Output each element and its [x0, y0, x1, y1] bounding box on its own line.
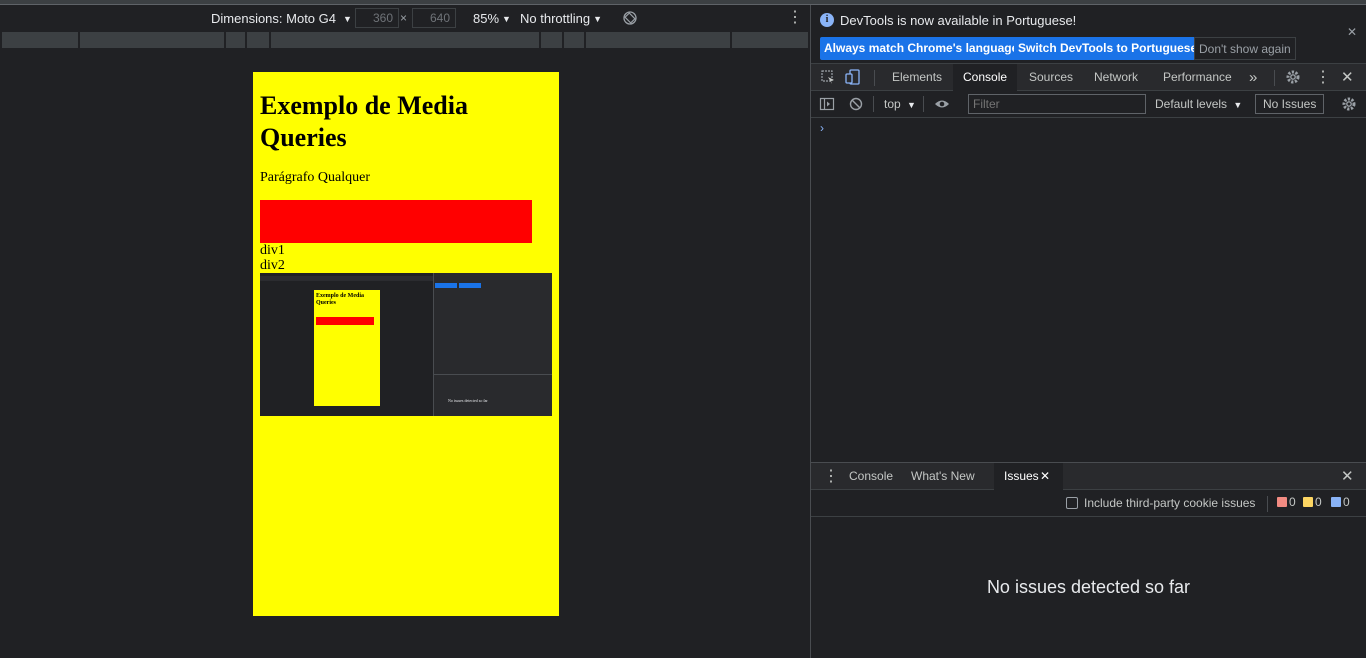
more-options-icon[interactable]: ⋮: [787, 10, 803, 28]
sidebar-toggle-icon[interactable]: [819, 96, 835, 112]
mini-devtools: [433, 273, 552, 416]
mini-device: Exemplo de Media Queries: [314, 290, 380, 406]
gear-icon[interactable]: [1285, 69, 1301, 85]
ruler-segment[interactable]: [541, 32, 562, 48]
mini-divider: [433, 374, 552, 375]
device-select-label: Dimensions: Moto G4: [211, 11, 336, 26]
tab-performance[interactable]: Performance: [1153, 64, 1242, 91]
ruler-segment[interactable]: [586, 32, 730, 48]
error-icon: [1277, 497, 1287, 507]
ruler-segment[interactable]: [226, 32, 245, 48]
warning-count-value: 0: [1315, 495, 1322, 509]
devtools-pane: i DevTools is now available in Portugues…: [811, 5, 1366, 658]
device-mode-pane: Dimensions: Moto G4 ▼ × 85% ▼ No throttl…: [0, 5, 811, 658]
ruler-segment[interactable]: [2, 32, 78, 48]
close-drawer-icon[interactable]: ✕: [1335, 463, 1360, 490]
page-heading: Exemplo de Media Queries: [260, 91, 468, 152]
warning-count[interactable]: 0: [1303, 495, 1322, 509]
drawer-tab-issues-label: Issues: [1004, 469, 1039, 483]
throttling-select[interactable]: No throttling ▼: [520, 11, 602, 26]
chevron-down-icon: ▼: [502, 13, 511, 24]
chevron-down-icon: ▼: [1233, 100, 1243, 110]
page-paragraph: Parágrafo Qualquer: [260, 170, 371, 185]
ruler-segment[interactable]: [80, 32, 224, 48]
drawer-tab-whats-new[interactable]: What's New: [901, 463, 985, 490]
toolbar-separator: [873, 96, 874, 112]
mini-issues-text: No issues detected so far: [448, 398, 488, 403]
error-count-value: 0: [1289, 495, 1296, 509]
language-infobar: i DevTools is now available in Portugues…: [811, 5, 1366, 63]
mini-heading: Exemplo de Media Queries: [316, 293, 364, 306]
log-levels-select[interactable]: Default levels ▼: [1155, 97, 1242, 111]
console-toolbar: top ▼ Default levels ▼ No Issues: [811, 91, 1366, 118]
infobar-message: DevTools is now available in Portuguese!: [840, 13, 1077, 28]
zoom-label: 85%: [473, 11, 500, 26]
warning-icon: [1303, 497, 1313, 507]
tab-console[interactable]: Console: [953, 64, 1018, 91]
drawer-tabbar: ⋮ Console What's New Issues ✕ ✕: [811, 462, 1366, 490]
throttling-label: No throttling: [520, 11, 591, 26]
third-party-checkbox[interactable]: [1066, 497, 1078, 509]
info-count-value: 0: [1343, 495, 1350, 509]
console-prompt-icon[interactable]: ›: [820, 121, 824, 135]
device-toolbar-icon[interactable]: [845, 69, 861, 85]
height-input[interactable]: [412, 8, 456, 28]
width-input[interactable]: [355, 8, 399, 28]
div1-text: div1: [260, 243, 285, 258]
times-sign: ×: [400, 11, 408, 25]
info-icon: i: [820, 13, 834, 27]
toolbar-separator: [874, 70, 875, 86]
chevron-down-icon: ▼: [593, 13, 603, 24]
more-tabs-icon[interactable]: »: [1239, 64, 1267, 91]
zoom-select[interactable]: 85% ▼: [473, 11, 511, 26]
ruler-segment[interactable]: [271, 32, 539, 48]
third-party-label: Include third-party cookie issues: [1084, 496, 1256, 510]
close-icon[interactable]: ✕: [1347, 25, 1357, 39]
screenshot-image: Exemplo de Media Queries No issues detec…: [260, 273, 552, 416]
toolbar-separator: [1267, 496, 1268, 512]
chevron-down-icon: ▼: [907, 100, 916, 110]
switch-language-button[interactable]: Switch DevTools to Portuguese: [1014, 37, 1202, 60]
tab-network[interactable]: Network: [1084, 64, 1148, 91]
log-levels-label: Default levels: [1155, 97, 1228, 111]
issues-toolbar: Include third-party cookie issues 0 0 0: [811, 490, 1366, 517]
inspect-element-icon[interactable]: [820, 69, 836, 85]
context-label: top: [884, 97, 901, 111]
chevron-down-icon: ▼: [343, 13, 352, 24]
dont-show-again-button[interactable]: Don't show again: [1194, 37, 1296, 60]
match-language-button[interactable]: Always match Chrome's language: [820, 37, 1023, 60]
context-select[interactable]: top ▼: [884, 97, 916, 111]
media-query-ruler: [0, 32, 811, 50]
toolbar-separator: [1274, 70, 1275, 86]
main-tabbar: Elements Console Sources Network Perform…: [811, 63, 1366, 91]
close-devtools-icon[interactable]: ✕: [1335, 64, 1360, 91]
more-options-icon[interactable]: ⋮: [1309, 64, 1337, 91]
close-tab-icon[interactable]: ✕: [1036, 463, 1054, 490]
device-select[interactable]: Dimensions: Moto G4 ▼: [211, 11, 352, 26]
mini-button: [459, 283, 481, 288]
info-count[interactable]: 0: [1331, 495, 1350, 509]
issues-button[interactable]: No Issues: [1255, 94, 1325, 114]
device-toolbar: Dimensions: Moto G4 ▼ × 85% ▼ No throttl…: [0, 5, 811, 32]
drawer-tab-console[interactable]: Console: [839, 463, 903, 490]
filter-input[interactable]: [968, 94, 1146, 114]
ruler-segment[interactable]: [564, 32, 584, 48]
ruler-segment[interactable]: [732, 32, 808, 48]
gear-icon[interactable]: [1341, 96, 1357, 112]
tab-elements[interactable]: Elements: [882, 64, 952, 91]
emulated-page: Exemplo de Media Queries Parágrafo Qualq…: [253, 72, 559, 616]
red-box: [260, 200, 532, 243]
issues-empty-message: No issues detected so far: [986, 577, 1191, 597]
info-message-icon: [1331, 497, 1341, 507]
div2-text: div2: [260, 258, 285, 273]
clear-console-icon[interactable]: [848, 96, 864, 112]
rotate-icon[interactable]: [622, 10, 638, 26]
eye-icon[interactable]: [934, 96, 950, 112]
mini-button: [435, 283, 457, 288]
tab-sources[interactable]: Sources: [1019, 64, 1083, 91]
ruler-segment[interactable]: [247, 32, 269, 48]
error-count[interactable]: 0: [1277, 495, 1296, 509]
mini-red-box: [316, 317, 374, 325]
toolbar-separator: [923, 96, 924, 112]
